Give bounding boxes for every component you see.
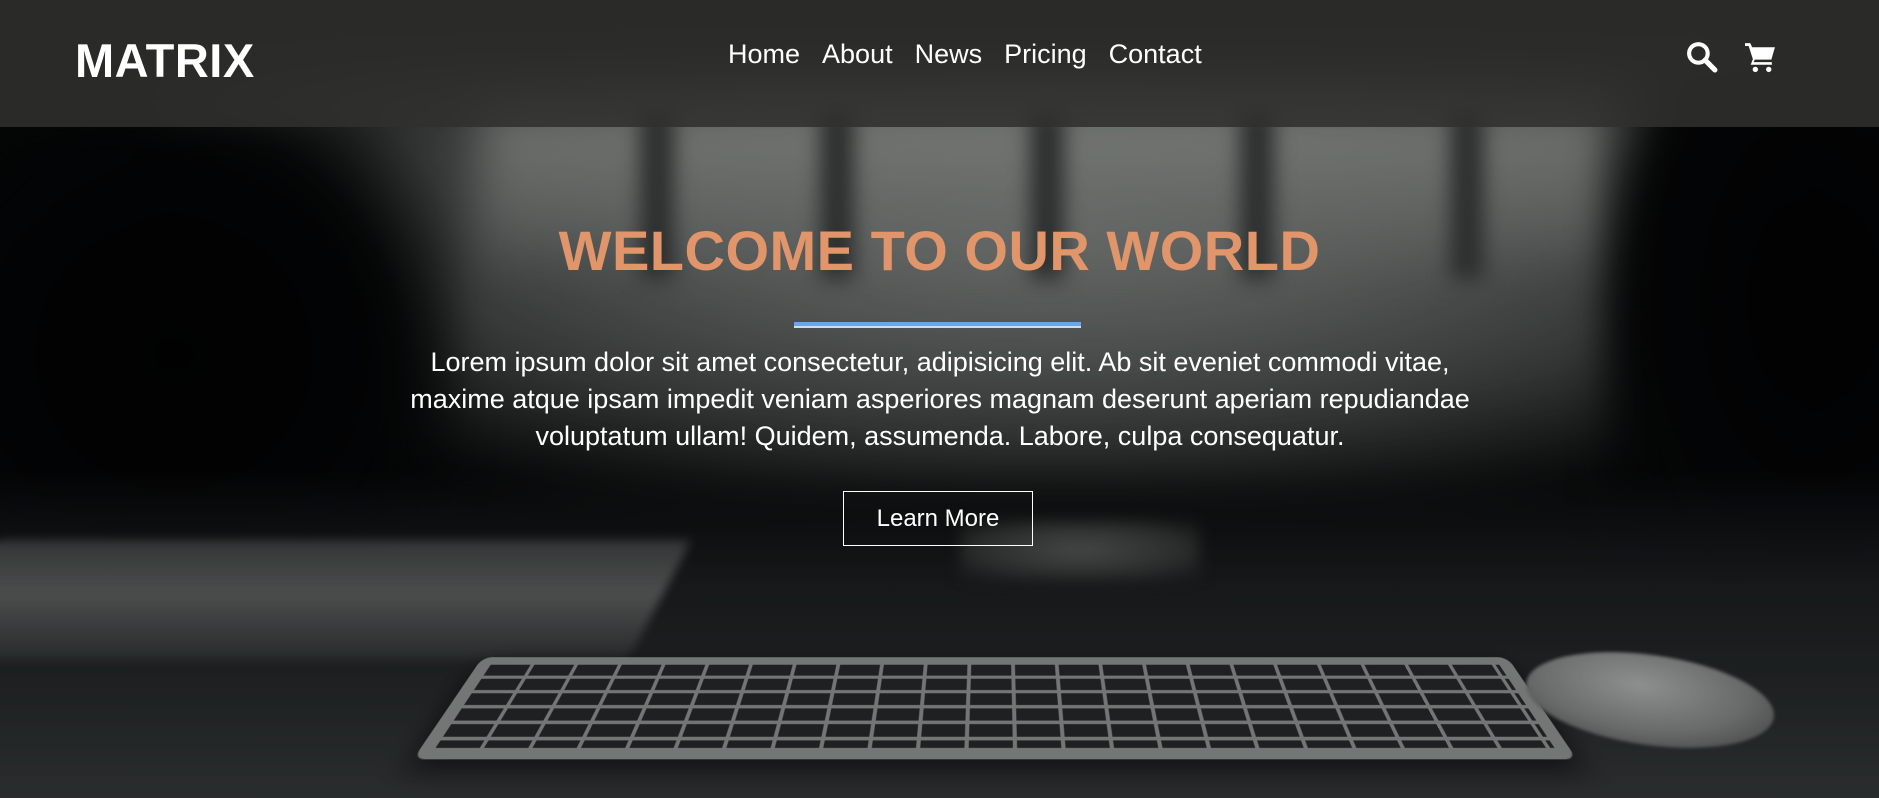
navbar: MATRIX Home About News Pricing Contact [0,0,1879,127]
nav-item-news[interactable]: News [915,39,983,70]
hero-description-line: Lorem ipsum dolor sit amet consectetur, … [430,347,1450,377]
nav-item-home[interactable]: Home [728,39,800,70]
brand-logo[interactable]: MATRIX [75,33,255,88]
main-nav: Home About News Pricing Contact [728,39,1202,70]
nav-item-pricing[interactable]: Pricing [1004,39,1087,70]
page: MATRIX Home About News Pricing Contact W… [0,0,1879,798]
title-underline [794,322,1081,328]
search-icon[interactable] [1685,40,1718,73]
hero-description-line: voluptatum ullam! Quidem, assumenda. Lab… [535,421,1345,451]
header-icons [1685,40,1777,73]
hero-title: WELCOME TO OUR WORLD [558,219,1321,282]
learn-more-button[interactable]: Learn More [843,491,1033,546]
cart-icon[interactable] [1744,40,1777,73]
nav-item-about[interactable]: About [822,39,893,70]
hero-description: Lorem ipsum dolor sit amet consectetur, … [390,344,1490,455]
hero-description-line: maxime atque ipsam impedit veniam asperi… [410,384,1470,414]
nav-item-contact[interactable]: Contact [1109,39,1202,70]
